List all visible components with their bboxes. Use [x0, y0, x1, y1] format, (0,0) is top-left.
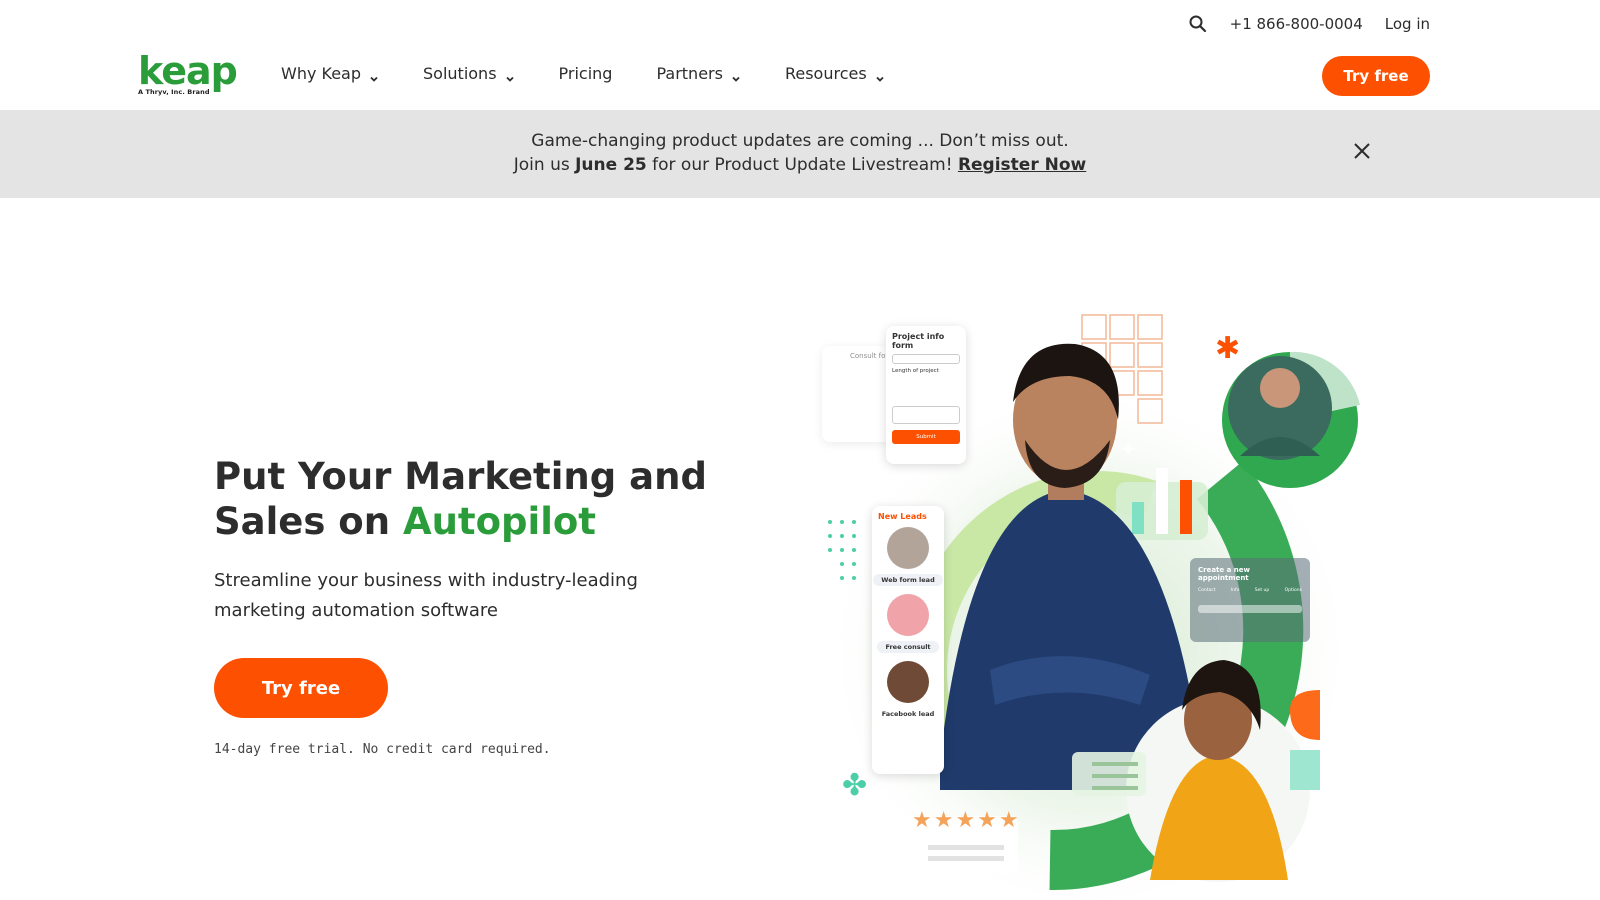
form-notes: [892, 406, 960, 424]
announcement-banner: Game-changing product updates are coming…: [0, 110, 1600, 198]
login-link[interactable]: Log in: [1385, 15, 1430, 33]
main-nav: keap A Thryv, Inc. Brand Why Keap Soluti…: [0, 48, 1600, 110]
close-icon[interactable]: [1351, 140, 1373, 162]
hero-title-accent: Autopilot: [402, 500, 596, 543]
consult-form-card: Consult fo: [822, 346, 892, 442]
utility-bar: +1 866-800-0004 Log in: [1188, 14, 1430, 34]
nav-item-label: Partners: [656, 64, 723, 83]
avatar: [887, 527, 929, 569]
hero-subtitle: Streamline your business with industry-l…: [214, 570, 638, 621]
avatar: [887, 661, 929, 703]
form-select: [892, 354, 960, 364]
banner-suffix: for our Product Update Livestream!: [646, 155, 958, 175]
lead-tag: Free consult: [877, 641, 939, 653]
nav-menu: Why Keap Solutions Pricing Partners Reso…: [281, 64, 885, 83]
lead-item: Web form lead: [872, 527, 944, 586]
register-now-link[interactable]: Register Now: [958, 155, 1086, 175]
chevron-down-icon: [369, 69, 379, 82]
svg-text:✦: ✦: [1120, 437, 1137, 461]
nav-item-why-keap[interactable]: Why Keap: [281, 64, 379, 83]
chevron-down-icon: [875, 69, 885, 82]
lead-tag: Web form lead: [873, 574, 943, 586]
hero-title: Put Your Marketing and Sales on Autopilo…: [214, 454, 714, 544]
appointment-step: Set up: [1254, 588, 1270, 593]
form-length-label: Length of project: [892, 368, 939, 374]
logo-wordmark: keap: [138, 49, 238, 93]
form-title: Project info form: [892, 332, 945, 350]
banner-prefix: Join us: [513, 155, 576, 175]
lead-item: Free consult: [872, 594, 944, 653]
new-leads-card: New Leads Web form lead Free consult Fac…: [872, 506, 944, 774]
keap-logo[interactable]: keap A Thryv, Inc. Brand: [138, 49, 238, 98]
appointment-card: Create a new appointment Contact Info Se…: [1190, 558, 1310, 642]
trial-note: 14-day free trial. No credit card requir…: [214, 742, 551, 757]
hero-illustration: ✱ ✦ ✤ Consult fo Project info form Lengt…: [820, 310, 1380, 900]
nav-item-solutions[interactable]: Solutions: [423, 64, 515, 83]
try-free-hero-button[interactable]: Try free: [214, 658, 388, 718]
svg-text:✤: ✤: [842, 768, 867, 803]
form-submit-button: Submit: [892, 430, 960, 444]
rating-stars: ★★★★★: [912, 808, 1021, 833]
appointment-step: Contact: [1198, 588, 1216, 593]
chevron-down-icon: [505, 69, 515, 82]
nav-item-resources[interactable]: Resources: [785, 64, 885, 83]
phone-link[interactable]: +1 866-800-0004: [1230, 15, 1363, 33]
lead-item: Facebook lead: [872, 661, 944, 720]
avatar: [887, 594, 929, 636]
appointment-steps: Contact Info Set up Options: [1198, 588, 1302, 593]
nav-item-label: Resources: [784, 64, 867, 83]
consult-form-title: Consult fo: [850, 352, 886, 360]
try-free-nav-button[interactable]: Try free: [1322, 56, 1430, 96]
banner-date: June 25: [575, 155, 647, 175]
project-info-form-card: Project info form Length of project Subm…: [886, 326, 966, 464]
chevron-down-icon: [731, 69, 741, 82]
appointment-field: [1198, 605, 1302, 613]
leads-title: New Leads: [878, 512, 927, 521]
nav-item-label: Why Keap: [281, 64, 362, 83]
appointment-title: Create a new appointment: [1198, 566, 1250, 582]
lead-tag: Facebook lead: [881, 710, 935, 718]
appointment-step: Info: [1230, 588, 1240, 593]
nav-item-label: Pricing: [558, 64, 613, 83]
nav-item-partners[interactable]: Partners: [656, 64, 740, 83]
svg-text:✱: ✱: [1215, 331, 1240, 366]
nav-item-pricing[interactable]: Pricing: [559, 64, 613, 83]
nav-item-label: Solutions: [423, 64, 497, 83]
search-icon[interactable]: [1188, 14, 1208, 34]
appointment-step: Options: [1284, 588, 1302, 593]
